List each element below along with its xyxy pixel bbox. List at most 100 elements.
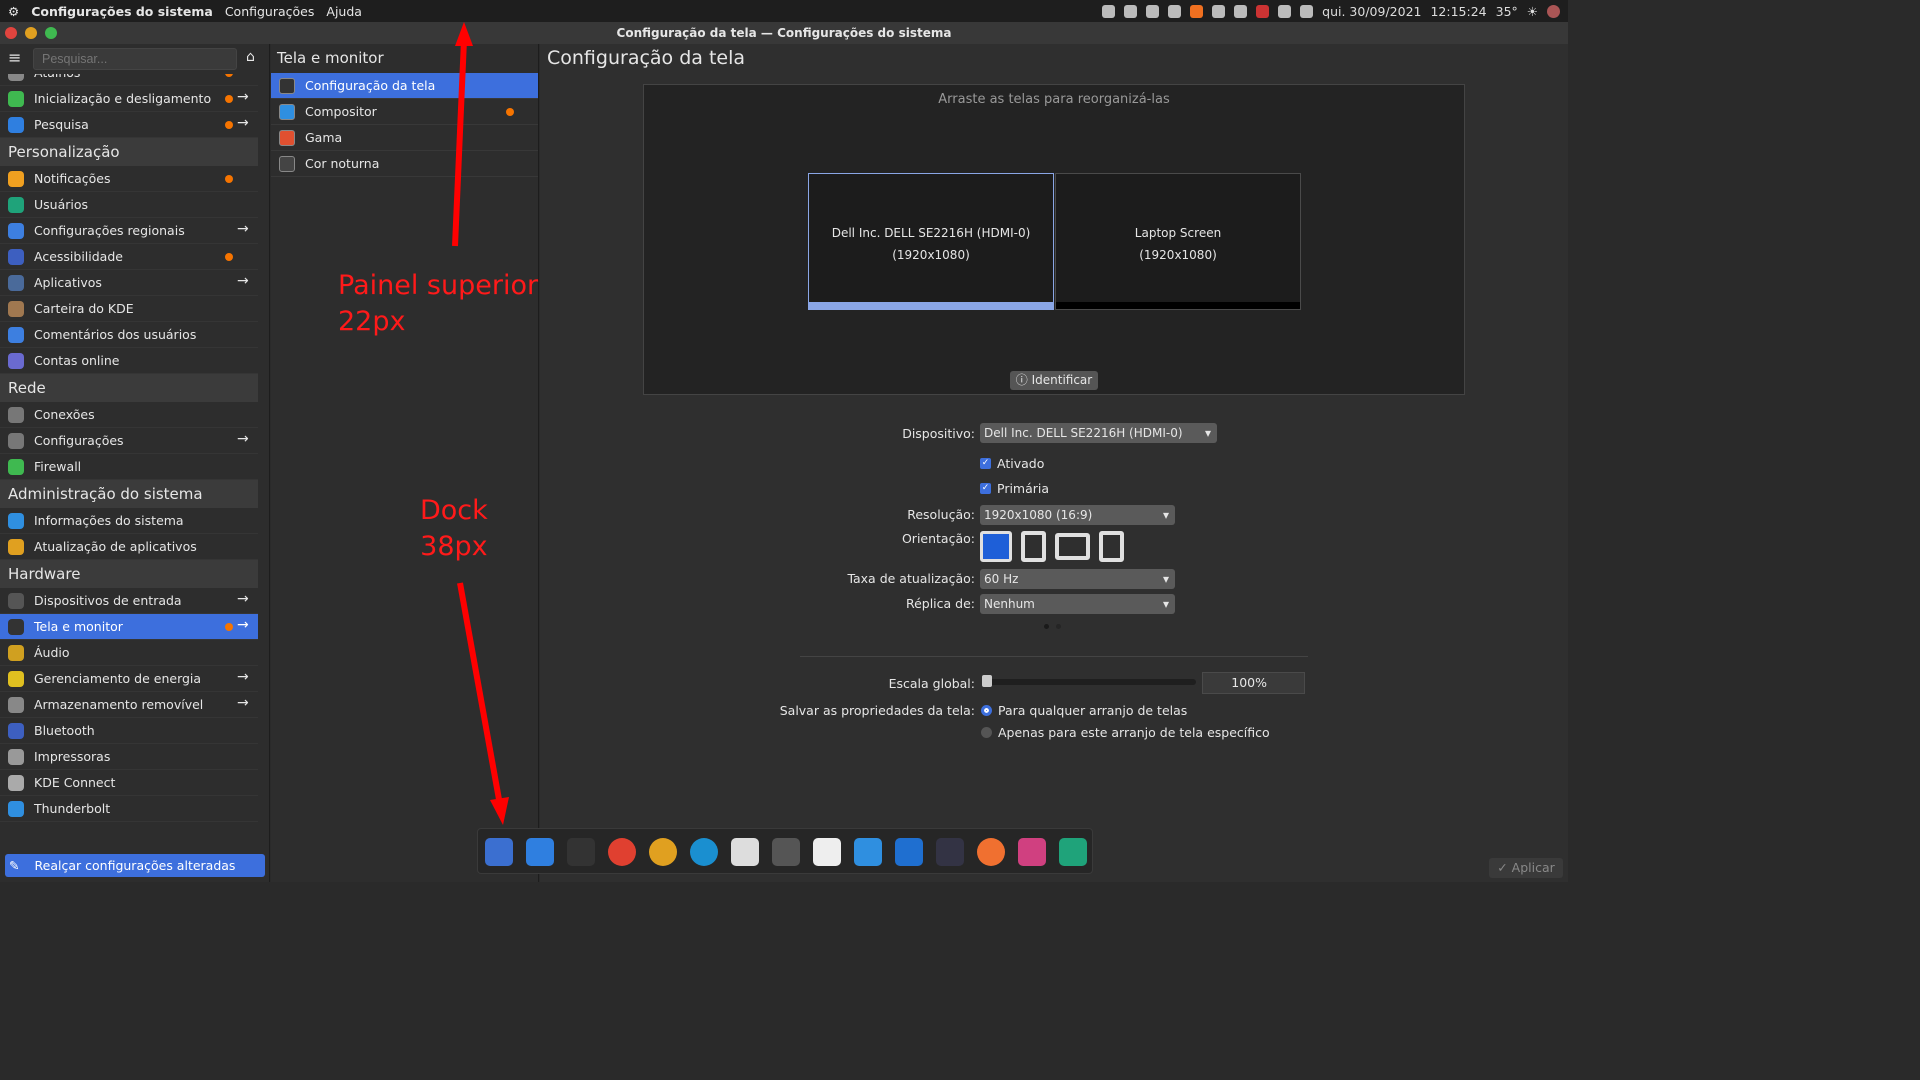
kde-icon[interactable]: ⚙: [8, 4, 19, 19]
screen-arrangement-area[interactable]: Arraste as telas para reorganizá-las Del…: [643, 84, 1465, 395]
maximize-button[interactable]: [45, 27, 57, 39]
sidebar-item[interactable]: Atualização de aplicativos: [0, 534, 258, 560]
chrome-icon[interactable]: [649, 838, 677, 866]
sidebar-item[interactable]: Usuários: [0, 192, 258, 218]
calculator-icon[interactable]: [772, 838, 800, 866]
minimize-button[interactable]: [25, 27, 37, 39]
tray-icon[interactable]: [1102, 4, 1116, 18]
sidebar-item[interactable]: Comentários dos usuários: [0, 322, 258, 348]
subcategory-item[interactable]: Configuração da tela: [271, 73, 538, 99]
orientation-landscape-button[interactable]: [980, 531, 1012, 562]
window-title: Configuração da tela — Configurações do …: [616, 26, 952, 40]
save-any-arrangement-radio[interactable]: [981, 705, 992, 716]
sidebar-item[interactable]: Inicialização e desligamento →: [0, 86, 258, 112]
identify-button[interactable]: ⓘ Identificar: [1010, 371, 1098, 390]
sidebar-item-label: Configurações regionais: [34, 223, 185, 238]
menu-configuracoes[interactable]: Configurações: [225, 4, 315, 19]
battery-icon[interactable]: [1212, 4, 1226, 18]
subcategory-item[interactable]: Compositor: [271, 99, 538, 125]
scale-spinbox[interactable]: 100%: [1202, 672, 1305, 694]
page-dot[interactable]: [1056, 624, 1061, 629]
refresh-label: Taxa de atualização:: [847, 571, 975, 586]
sidebar-item[interactable]: Armazenamento removível →: [0, 692, 258, 718]
sidebar-item[interactable]: Tela e monitor →: [0, 614, 258, 640]
avatar[interactable]: [1547, 4, 1560, 18]
sidebar-item[interactable]: Pesquisa →: [0, 112, 258, 138]
sidebar-item[interactable]: Impressoras: [0, 744, 258, 770]
vim-icon[interactable]: [731, 838, 759, 866]
orientation-portrait-right-button[interactable]: [1099, 531, 1124, 562]
monitor-dell[interactable]: Dell Inc. DELL SE2216H (HDMI-0) (1920x10…: [808, 173, 1054, 310]
weather[interactable]: 35°: [1496, 4, 1518, 19]
sidebar-item[interactable]: Acessibilidade: [0, 244, 258, 270]
replica-select[interactable]: Nenhum: [980, 594, 1175, 614]
primary-checkbox[interactable]: ✓: [980, 483, 991, 494]
sidebar-item[interactable]: Thunderbolt: [0, 796, 258, 822]
tray-icon[interactable]: [1190, 4, 1204, 18]
chrome-icon[interactable]: [608, 838, 636, 866]
postman-icon[interactable]: [977, 838, 1005, 866]
save-specific-arrangement-radio[interactable]: [981, 727, 992, 738]
subcategory-item[interactable]: Cor noturna: [271, 151, 538, 177]
scale-slider[interactable]: [982, 675, 1196, 687]
tray-icon[interactable]: [1146, 4, 1160, 18]
clock[interactable]: 12:15:24: [1430, 4, 1486, 19]
store-icon[interactable]: [1018, 838, 1046, 866]
mysql-workbench-icon[interactable]: [936, 838, 964, 866]
subcategory-label: Gama: [305, 130, 343, 145]
refresh-select[interactable]: 60 Hz: [980, 569, 1175, 589]
home-icon[interactable]: ⌂: [246, 49, 255, 65]
system-settings-icon[interactable]: [1059, 838, 1087, 866]
monitor-laptop[interactable]: Laptop Screen (1920x1080): [1055, 173, 1301, 310]
close-button[interactable]: [5, 27, 17, 39]
resolution-select[interactable]: 1920x1080 (16:9): [980, 505, 1175, 525]
sidebar-item[interactable]: Configurações regionais →: [0, 218, 258, 244]
notes-icon[interactable]: [813, 838, 841, 866]
vscode-insiders-icon[interactable]: [895, 838, 923, 866]
sidebar-item[interactable]: KDE Connect: [0, 770, 258, 796]
sidebar-item[interactable]: Firewall: [0, 454, 258, 480]
us-flag-icon[interactable]: [1256, 4, 1270, 18]
overview-icon[interactable]: [485, 838, 513, 866]
category-icon: [8, 352, 24, 369]
search-input[interactable]: [33, 48, 237, 70]
tray-icon[interactable]: [1124, 4, 1138, 18]
app-menu-title[interactable]: Configurações do sistema: [31, 4, 213, 19]
hamburger-menu-icon[interactable]: ≡: [8, 48, 21, 67]
sidebar-item[interactable]: Carteira do KDE: [0, 296, 258, 322]
subcategory-label: Cor noturna: [305, 156, 380, 171]
network-icon[interactable]: [1278, 4, 1292, 18]
sidebar-item-label: Bluetooth: [34, 723, 95, 738]
bluetooth-icon[interactable]: [1234, 4, 1248, 18]
page-dot[interactable]: [1044, 624, 1049, 629]
subcategory-item[interactable]: Gama: [271, 125, 538, 151]
orientation-portrait-left-button[interactable]: [1021, 531, 1046, 562]
menu-ajuda[interactable]: Ajuda: [326, 4, 362, 19]
vscode-icon[interactable]: [854, 838, 882, 866]
tray-icon[interactable]: [1168, 4, 1182, 18]
date[interactable]: qui. 30/09/2021: [1322, 4, 1421, 19]
highlight-changed-settings-button[interactable]: ✎ Realçar configurações alteradas: [5, 854, 265, 877]
brightness-icon[interactable]: ☀: [1527, 4, 1538, 19]
sidebar-item[interactable]: Configurações →: [0, 428, 258, 454]
sidebar-item[interactable]: Gerenciamento de energia →: [0, 666, 258, 692]
files-icon[interactable]: [526, 838, 554, 866]
orientation-flipped-button[interactable]: [1055, 533, 1090, 560]
apply-button[interactable]: ✓ Aplicar: [1489, 858, 1563, 878]
sidebar-item[interactable]: Informações do sistema: [0, 508, 258, 534]
terminal-icon[interactable]: [567, 838, 595, 866]
sidebar-item[interactable]: Conexões: [0, 402, 258, 428]
enabled-checkbox[interactable]: ✓: [980, 458, 991, 469]
sidebar-list: Atalhos→Inicialização e desligamento→Pes…: [0, 60, 258, 822]
sidebar-item[interactable]: Notificações: [0, 166, 258, 192]
sidebar-item[interactable]: Aplicativos →: [0, 270, 258, 296]
category-icon: [8, 800, 24, 817]
volume-icon[interactable]: [1300, 4, 1314, 18]
teamviewer-icon[interactable]: [690, 838, 718, 866]
sidebar-item[interactable]: Dispositivos de entrada →: [0, 588, 258, 614]
sidebar-item[interactable]: Contas online: [0, 348, 258, 374]
slider-handle[interactable]: [982, 675, 992, 687]
device-select[interactable]: Dell Inc. DELL SE2216H (HDMI-0): [980, 423, 1217, 443]
sidebar-item[interactable]: Áudio: [0, 640, 258, 666]
sidebar-item[interactable]: Bluetooth: [0, 718, 258, 744]
